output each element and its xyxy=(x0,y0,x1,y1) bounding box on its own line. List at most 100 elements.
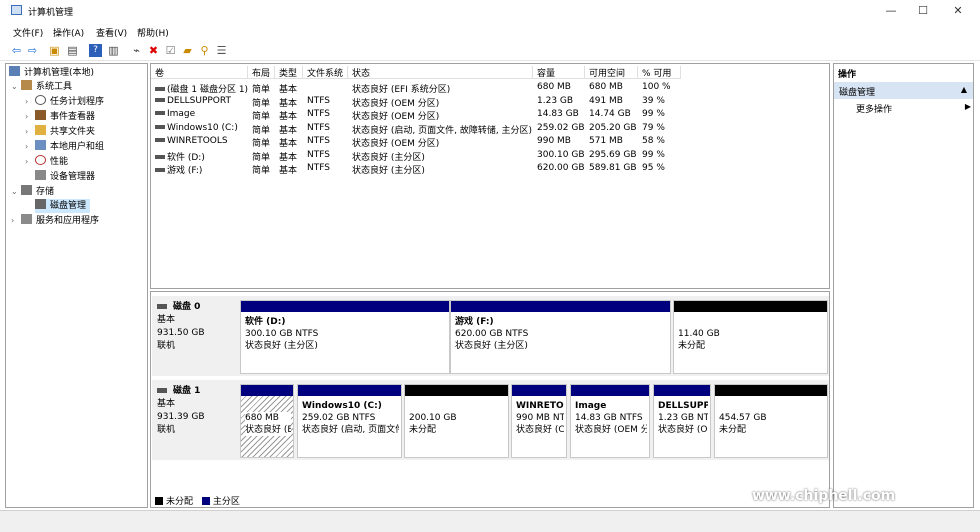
column-header-layout[interactable]: 布局 xyxy=(248,66,275,79)
menu-action[interactable]: 操作(A) xyxy=(53,26,84,39)
volume-cell: Windows10 (C:) xyxy=(155,123,238,133)
volume-cell-text: Windows10 (C:) xyxy=(167,122,238,133)
chevron-right-icon[interactable]: › xyxy=(25,155,35,169)
event-viewer-icon xyxy=(35,110,46,120)
partition-title: 游戏 (F:) xyxy=(455,317,494,327)
column-header-filesystem[interactable]: 文件系统 xyxy=(303,66,348,79)
volume-row[interactable]: DELLSUPPORT 简单 基本 NTFS 状态良好 (OEM 分区) 1.23 GB 4… xyxy=(151,95,831,109)
tree-item-services[interactable]: › 服务和应用程序 xyxy=(11,214,99,228)
show-hide-tree-icon[interactable]: ▤ xyxy=(66,44,79,57)
search-icon[interactable]: ⚲ xyxy=(198,44,211,57)
tree-item-shared-folders[interactable]: › 共享文件夹 xyxy=(25,125,95,139)
forward-icon[interactable]: ⇨ xyxy=(26,44,39,57)
partition-size: 620.00 GB NTFS xyxy=(455,329,529,339)
properties-icon[interactable]: ▥ xyxy=(107,44,120,57)
collapse-icon[interactable]: ▲ xyxy=(961,85,967,94)
partition-size: 680 MB xyxy=(245,413,279,423)
up-folder-icon[interactable]: ▣ xyxy=(48,44,61,57)
partition-bar xyxy=(451,301,670,312)
column-header-status[interactable]: 状态 xyxy=(348,66,533,79)
shared-folder-icon xyxy=(35,125,46,135)
column-header-percent-free[interactable]: % 可用 xyxy=(638,66,681,79)
tree-item-event-viewer[interactable]: › 事件查看器 xyxy=(25,110,95,124)
tree-item-task-scheduler[interactable]: › 任务计划程序 xyxy=(25,95,104,109)
tree-item-storage[interactable]: ⌄ 存储 xyxy=(11,185,54,199)
partition-f[interactable]: 游戏 (F:) 620.00 GB NTFS 状态良好 (主分区) xyxy=(450,300,671,374)
volume-cell: NTFS xyxy=(307,136,330,146)
tree-item-local-users[interactable]: › 本地用户和组 xyxy=(25,140,104,154)
back-icon[interactable]: ⇦ xyxy=(10,44,23,57)
minimize-button[interactable]: — xyxy=(883,4,899,18)
unallocated-space[interactable]: 200.10 GB 未分配 xyxy=(404,384,509,458)
column-header-capacity[interactable]: 容量 xyxy=(533,66,585,79)
tree-item-disk-management[interactable]: 磁盘管理 xyxy=(35,199,91,213)
help-icon[interactable]: ? xyxy=(89,44,102,57)
chevron-right-icon[interactable]: › xyxy=(25,95,35,109)
list-view-icon[interactable]: ☰ xyxy=(215,44,228,57)
close-button[interactable]: ✕ xyxy=(950,4,966,18)
volume-row[interactable]: (磁盘 1 磁盘分区 1) 简单 基本 状态良好 (EFI 系统分区) 680 MB 68… xyxy=(151,81,831,95)
column-header-type[interactable]: 类型 xyxy=(275,66,303,79)
unallocated-space[interactable]: 11.40 GB 未分配 xyxy=(673,300,828,374)
volume-row[interactable]: Image 简单 基本 NTFS 状态良好 (OEM 分区) 14.83 GB 14.74 … xyxy=(151,108,831,122)
volume-cell: 基本 xyxy=(279,136,297,149)
chevron-down-icon[interactable]: ⌄ xyxy=(11,185,21,199)
chevron-right-icon[interactable]: › xyxy=(11,214,21,228)
connect-icon[interactable]: ⌁ xyxy=(130,44,143,57)
partition-bar xyxy=(241,385,293,396)
disk-1-status: 联机 xyxy=(157,425,176,435)
tree-item-system-tools[interactable]: ⌄ 系统工具 xyxy=(11,80,72,94)
volume-row[interactable]: WINRETOOLS 简单 基本 NTFS 状态良好 (OEM 分区) 990 MB 571… xyxy=(151,135,831,149)
partition-winretools[interactable]: WINRETO 990 MB NT 状态良好 (C xyxy=(511,384,567,458)
tree-item-device-manager[interactable]: 设备管理器 xyxy=(25,170,95,184)
maximize-button[interactable]: ☐ xyxy=(915,4,931,18)
unallocated-space[interactable]: 454.57 GB 未分配 xyxy=(714,384,828,458)
volume-cell: NTFS xyxy=(307,163,330,173)
column-header-volume[interactable]: 卷 xyxy=(151,66,248,79)
menu-view[interactable]: 查看(V) xyxy=(96,26,127,39)
partition-dellsupport[interactable]: DELLSUPPO 1.23 GB NT 状态良好 (O xyxy=(653,384,711,458)
partition-title: Image xyxy=(575,401,607,411)
volume-cell: 680 MB xyxy=(537,82,571,92)
volume-cell: 基本 xyxy=(279,163,297,176)
volume-row[interactable]: 软件 (D:) 简单 基本 NTFS 状态良好 (主分区) 300.10 GB 295.69… xyxy=(151,149,831,163)
tree-item-root[interactable]: 计算机管理(本地) xyxy=(9,66,94,80)
volume-row[interactable]: 游戏 (F:) 简单 基本 NTFS 状态良好 (主分区) 620.00 GB 589.81… xyxy=(151,162,831,176)
column-header-free-space[interactable]: 可用空间 xyxy=(585,66,638,79)
partition-size: 259.02 GB NTFS xyxy=(302,413,376,423)
chevron-right-icon[interactable]: › xyxy=(25,125,35,139)
delete-icon[interactable]: ✖ xyxy=(147,44,160,57)
volume-cell-text: 205.20 GB xyxy=(589,122,637,133)
volume-cell-text: 99 % xyxy=(642,149,665,160)
partition-bar xyxy=(405,385,508,396)
volume-row[interactable]: Windows10 (C:) 简单 基本 NTFS 状态良好 (启动, 页面文件, 故障… xyxy=(151,122,831,136)
volume-cell: 14.74 GB xyxy=(589,109,631,119)
volume-cell: NTFS xyxy=(307,109,330,119)
check-icon[interactable]: ☑ xyxy=(164,44,177,57)
menu-help[interactable]: 帮助(H) xyxy=(137,26,169,39)
volume-icon xyxy=(155,138,165,142)
folder-icon[interactable]: ▰ xyxy=(181,44,194,57)
partition-status: 状态良好 (O xyxy=(658,425,708,435)
actions-section-disk-management[interactable]: 磁盘管理 ▲ xyxy=(834,82,973,99)
partition-d[interactable]: 软件 (D:) 300.10 GB NTFS 状态良好 (主分区) xyxy=(240,300,450,374)
volume-cell: 300.10 GB xyxy=(537,150,585,160)
more-actions[interactable]: 更多操作 ▶ xyxy=(856,102,971,115)
menu-file[interactable]: 文件(F) xyxy=(13,26,43,39)
partition-c[interactable]: Windows10 (C:) 259.02 GB NTFS 状态良好 (启动, 页面… xyxy=(297,384,402,458)
partition-image[interactable]: Image 14.83 GB NTFS 状态良好 (OEM 分 xyxy=(570,384,650,458)
chevron-down-icon[interactable]: ⌄ xyxy=(11,80,21,94)
volume-cell-text: 589.81 GB xyxy=(589,163,637,173)
chevron-right-icon[interactable]: › xyxy=(25,140,35,154)
volume-cell: 基本 xyxy=(279,123,297,136)
volume-cell-text: 状态良好 (主分区) xyxy=(352,166,425,176)
volume-cell: 基本 xyxy=(279,150,297,163)
partition-title: Windows10 (C:) xyxy=(302,401,382,411)
partition-status: 状态良好 (启动, 页面文件 xyxy=(302,425,399,435)
chevron-right-icon[interactable]: › xyxy=(25,110,35,124)
tree-item-performance[interactable]: › 性能 xyxy=(25,155,68,169)
partition-bar xyxy=(654,385,710,396)
computer-icon xyxy=(9,66,20,76)
volume-cell-text: 游戏 (F:) xyxy=(167,166,203,176)
partition-efi[interactable]: 680 MB 状态良好 (E xyxy=(240,384,294,458)
